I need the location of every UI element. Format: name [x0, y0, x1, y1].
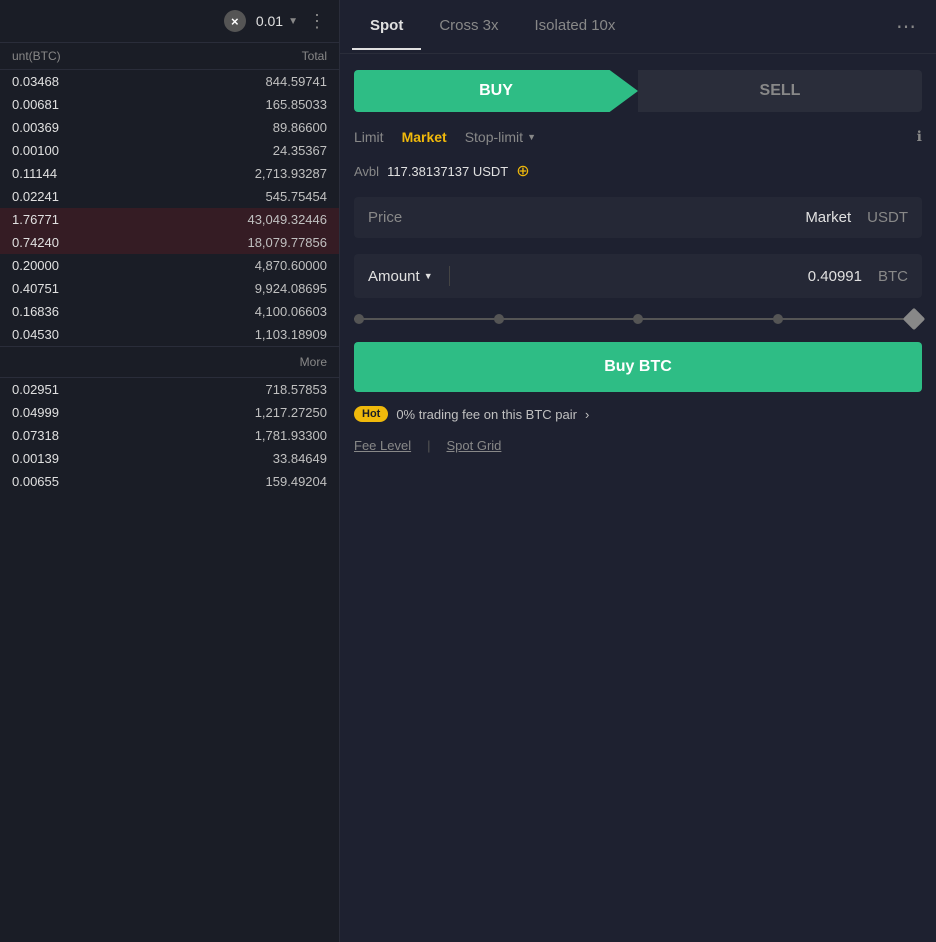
dropdown-value: 0.01: [256, 13, 283, 29]
table-row[interactable]: 0.20000 4,870.60000: [0, 254, 339, 277]
amount-column-header: unt(BTC): [12, 49, 170, 63]
tabs-more-button[interactable]: ⋯: [888, 0, 924, 53]
table-row[interactable]: 0.00100 24.35367: [0, 139, 339, 162]
order-type-stop-limit[interactable]: Stop-limit ▼: [465, 129, 536, 145]
amount-currency: BTC: [878, 268, 908, 285]
more-menu-button[interactable]: ⋮: [308, 11, 327, 32]
fee-promotion-row: Hot 0% trading fee on this BTC pair ›: [340, 398, 936, 430]
price-currency: USDT: [867, 209, 908, 226]
table-row[interactable]: 0.00369 89.86600: [0, 116, 339, 139]
table-row[interactable]: 0.04530 1,103.18909: [0, 323, 339, 346]
slider-dot-75[interactable]: [773, 314, 783, 324]
slider-dot-100[interactable]: [912, 314, 922, 324]
table-row[interactable]: 0.07318 1,781.93300: [0, 424, 339, 447]
price-input-field: Price Market USDT: [354, 197, 922, 238]
buy-sell-row: BUY SELL: [340, 54, 936, 120]
order-book-list: 0.03468 844.59741 0.00681 165.85033 0.00…: [0, 70, 339, 942]
table-row[interactable]: 0.00139 33.84649: [0, 447, 339, 470]
available-balance-row: Avbl 117.38137137 USDT ⊕: [340, 153, 936, 189]
order-type-market[interactable]: Market: [402, 129, 447, 145]
avbl-plus-icon[interactable]: ⊕: [516, 161, 529, 181]
tab-cross-3x[interactable]: Cross 3x: [421, 3, 516, 50]
hot-badge: Hot: [354, 406, 388, 422]
avbl-label: Avbl: [354, 164, 379, 179]
table-header: unt(BTC) Total: [0, 43, 339, 70]
table-row[interactable]: 0.40751 9,924.08695: [0, 277, 339, 300]
table-row[interactable]: 0.02241 545.75454: [0, 185, 339, 208]
table-row[interactable]: 0.02951 718.57853: [0, 378, 339, 401]
left-panel: × 0.01 ▼ ⋮ unt(BTC) Total 0.03468 844.59…: [0, 0, 340, 942]
amount-label: Amount: [368, 268, 420, 285]
footer-links: Fee Level | Spot Grid: [340, 430, 936, 461]
sell-button[interactable]: SELL: [638, 70, 922, 112]
price-label: Price: [368, 209, 797, 226]
trading-tabs-bar: Spot Cross 3x Isolated 10x ⋯: [340, 0, 936, 54]
price-value: Market: [805, 209, 851, 226]
buy-btc-button[interactable]: Buy BTC: [354, 342, 922, 392]
buy-button[interactable]: BUY: [354, 70, 638, 112]
tab-isolated-10x[interactable]: Isolated 10x: [517, 3, 634, 50]
chevron-down-icon: ▼: [527, 132, 536, 142]
tab-spot[interactable]: Spot: [352, 3, 421, 50]
close-button[interactable]: ×: [224, 10, 246, 32]
table-row[interactable]: 1.76771 43,049.32446: [0, 208, 339, 231]
order-type-row: Limit Market Stop-limit ▼ ℹ: [340, 120, 936, 153]
stop-limit-label: Stop-limit: [465, 129, 523, 145]
table-row[interactable]: 0.74240 18,079.77856: [0, 231, 339, 254]
right-panel: Spot Cross 3x Isolated 10x ⋯ BUY SELL Li…: [340, 0, 936, 942]
fee-text: 0% trading fee on this BTC pair: [396, 407, 577, 422]
avbl-value: 117.38137137 USDT: [387, 164, 508, 179]
fee-level-link[interactable]: Fee Level: [354, 438, 411, 453]
table-row[interactable]: 0.03468 844.59741: [0, 70, 339, 93]
amount-dropdown[interactable]: Amount ▼: [368, 268, 433, 285]
more-label[interactable]: More: [0, 346, 339, 378]
amount-value: 0.40991: [466, 268, 862, 285]
amount-dropdown-selector[interactable]: 0.01 ▼: [256, 13, 298, 29]
left-header: × 0.01 ▼ ⋮: [0, 0, 339, 43]
slider-track: [354, 318, 922, 320]
footer-divider: |: [427, 438, 430, 453]
slider-dot-0[interactable]: [354, 314, 364, 324]
table-row[interactable]: 0.00681 165.85033: [0, 93, 339, 116]
order-type-limit[interactable]: Limit: [354, 129, 384, 145]
table-row[interactable]: 0.04999 1,217.27250: [0, 401, 339, 424]
slider-dot-25[interactable]: [494, 314, 504, 324]
order-type-info-icon[interactable]: ℹ: [917, 128, 922, 145]
amount-input-field[interactable]: Amount ▼ 0.40991 BTC: [354, 254, 922, 298]
slider-dot-50[interactable]: [633, 314, 643, 324]
total-column-header: Total: [170, 49, 328, 63]
slider-dots: [354, 314, 922, 324]
amount-separator: [449, 266, 450, 286]
spot-grid-link[interactable]: Spot Grid: [446, 438, 501, 453]
table-row[interactable]: 0.00655 159.49204: [0, 470, 339, 493]
table-row[interactable]: 0.16836 4,100.06603: [0, 300, 339, 323]
table-row[interactable]: 0.11144 2,713.93287: [0, 162, 339, 185]
fee-arrow-icon[interactable]: ›: [585, 407, 589, 422]
chevron-down-icon: ▼: [288, 16, 298, 27]
amount-slider[interactable]: [340, 306, 936, 336]
amount-chevron-icon: ▼: [424, 271, 433, 281]
